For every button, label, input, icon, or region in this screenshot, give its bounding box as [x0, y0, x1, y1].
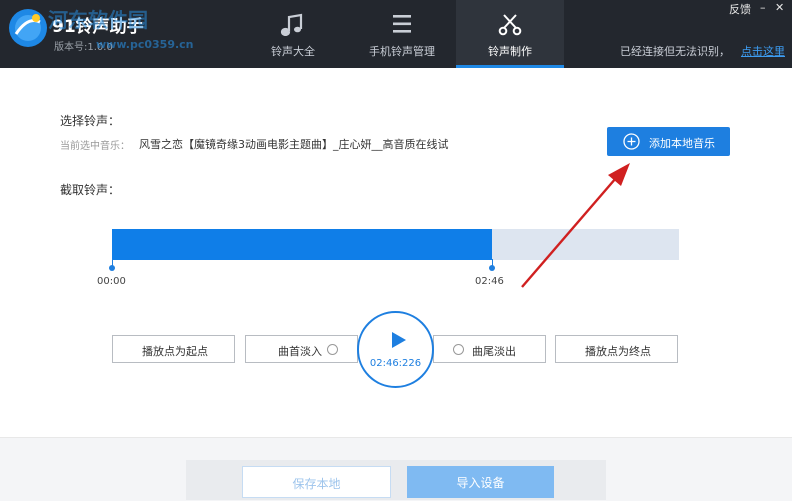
current-music-value: 风雪之恋【魔镜奇缘3动画电影主题曲】_庄心妍__高音质在线试 — [139, 138, 449, 151]
add-local-music-label: 添加本地音乐 — [649, 137, 715, 150]
play-button[interactable]: 02:46:226 — [357, 311, 434, 388]
cut-ringtone-heading: 截取铃声： — [60, 183, 121, 197]
end-marker-handle[interactable] — [489, 265, 495, 271]
tab-label: 铃声制作 — [488, 45, 532, 58]
tab-ringtone-library[interactable]: 铃声大全 — [239, 0, 347, 68]
feedback-button[interactable]: 反馈 — [729, 1, 751, 17]
connection-status-text: 已经连接但无法识别， — [620, 45, 730, 58]
tab-phone-ringtone-manager[interactable]: 手机铃声管理 — [348, 0, 456, 68]
connection-help-link[interactable]: 点击这里 — [741, 43, 785, 59]
set-end-point-button[interactable]: 播放点为终点 — [555, 335, 678, 363]
watermark-text: 河东软件园 — [48, 8, 148, 32]
watermark-url: www.pc0359.cn — [96, 38, 194, 51]
start-time-label: 00:00 — [97, 276, 126, 287]
selected-range[interactable] — [112, 229, 492, 260]
save-local-label: 保存本地 — [292, 477, 341, 491]
top-bar: 91铃声助手 版本号:1.0.0 河东软件园 www.pc0359.cn 铃声大… — [0, 0, 792, 68]
end-time-label: 02:46 — [475, 276, 504, 287]
fade-in-radio[interactable] — [327, 344, 338, 355]
tab-ringtone-maker[interactable]: 铃声制作 — [456, 0, 564, 68]
play-icon — [392, 332, 406, 348]
fade-out-option[interactable]: 曲尾淡出 — [433, 335, 546, 363]
waveform-track[interactable] — [112, 229, 679, 260]
save-local-button[interactable]: 保存本地 — [242, 466, 391, 498]
fade-in-label: 曲首淡入 — [278, 345, 322, 358]
select-ringtone-heading: 选择铃声： — [60, 114, 121, 128]
fade-out-label: 曲尾淡出 — [472, 345, 516, 358]
set-end-point-label: 播放点为终点 — [585, 345, 651, 358]
fade-in-option[interactable]: 曲首淡入 — [245, 335, 358, 363]
import-device-label: 导入设备 — [456, 476, 505, 490]
menu-list-icon — [393, 15, 411, 33]
minimize-button[interactable]: – — [760, 1, 766, 14]
add-local-music-button[interactable]: 添加本地音乐 — [607, 127, 730, 156]
fade-out-radio[interactable] — [453, 344, 464, 355]
set-start-point-button[interactable]: 播放点为起点 — [112, 335, 235, 363]
close-button[interactable]: ✕ — [775, 1, 784, 14]
current-music-label: 当前选中音乐： — [60, 141, 130, 152]
music-note-icon — [280, 13, 303, 36]
tab-label: 手机铃声管理 — [369, 45, 435, 58]
tab-label: 铃声大全 — [271, 45, 315, 58]
import-device-button[interactable]: 导入设备 — [407, 466, 554, 498]
play-time: 02:46:226 — [369, 358, 422, 369]
plus-circle-icon — [623, 133, 640, 150]
app-logo-icon — [9, 9, 47, 47]
set-start-point-label: 播放点为起点 — [142, 345, 208, 358]
scissors-icon — [498, 14, 522, 36]
start-marker-handle[interactable] — [109, 265, 115, 271]
